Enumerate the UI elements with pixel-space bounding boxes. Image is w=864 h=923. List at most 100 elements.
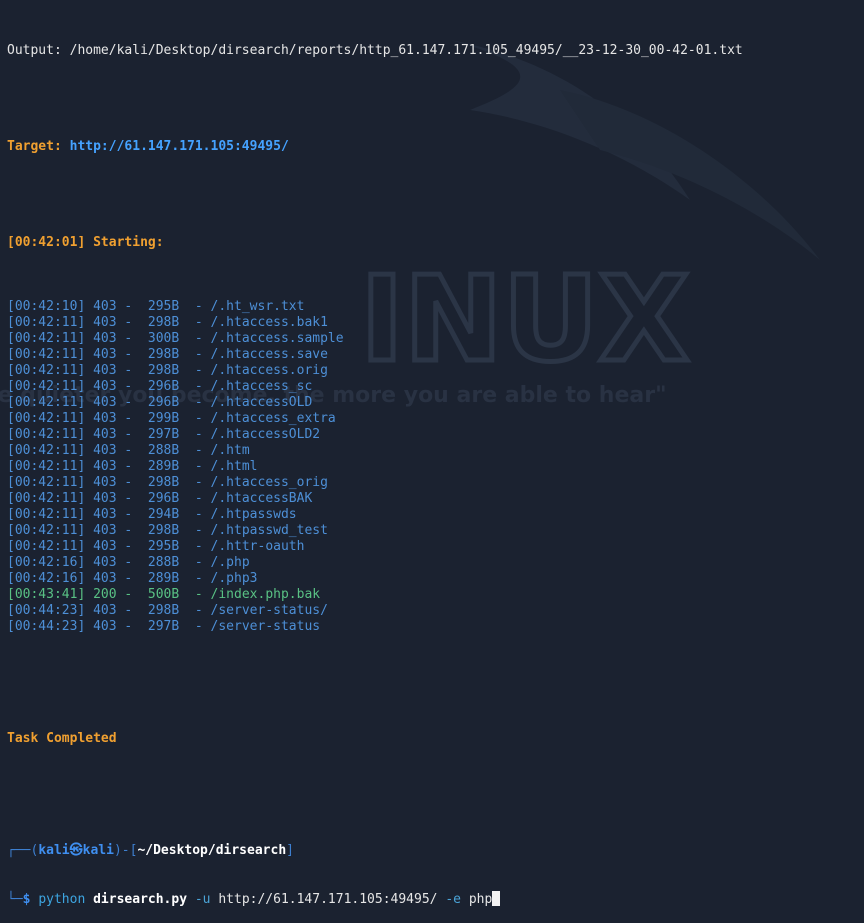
result-path: /.httr-oauth xyxy=(210,539,305,554)
result-row: [00:42:11] 403 - 298B - /.htaccess_orig xyxy=(7,475,328,490)
result-time: [00:42:11] xyxy=(7,475,86,490)
result-row: [00:42:11] 403 - 297B - /.htaccessOLD2 xyxy=(7,427,321,442)
prompt-corner-bottom: └─ xyxy=(7,892,23,907)
result-status: 403 xyxy=(93,427,117,442)
result-time: [00:44:23] xyxy=(7,603,86,618)
result-status: 403 xyxy=(93,555,117,570)
result-size: 295B xyxy=(140,539,180,554)
result-path: /server-status xyxy=(210,619,321,634)
result-size: 296B xyxy=(140,379,180,394)
result-size: 288B xyxy=(140,555,180,570)
result-time: [00:42:11] xyxy=(7,411,86,426)
result-size: 298B xyxy=(140,475,180,490)
result-time: [00:42:11] xyxy=(7,363,86,378)
result-path: /server-status/ xyxy=(210,603,328,618)
result-path: /.htaccessOLD xyxy=(210,395,313,410)
result-row: [00:42:11] 403 - 296B - /.htaccessOLD xyxy=(7,395,313,410)
target-url: http://61.147.171.105:49495/ xyxy=(69,139,289,154)
result-status: 403 xyxy=(93,507,117,522)
result-size: 294B xyxy=(140,507,180,522)
result-size: 289B xyxy=(140,459,180,474)
result-time: [00:42:11] xyxy=(7,427,86,442)
result-path: /index.php.bak xyxy=(210,587,321,602)
result-row: [00:42:16] 403 - 289B - /.php3 xyxy=(7,571,258,586)
result-path: /.htpasswd_test xyxy=(210,523,328,538)
output-line: Output: /home/kali/Desktop/dirsearch/rep… xyxy=(7,43,857,59)
result-status: 403 xyxy=(93,347,117,362)
result-time: [00:42:11] xyxy=(7,331,86,346)
result-status: 403 xyxy=(93,411,117,426)
result-status: 403 xyxy=(93,331,117,346)
result-size: 297B xyxy=(140,427,180,442)
result-size: 298B xyxy=(140,523,180,538)
result-row: [00:42:11] 403 - 296B - /.htaccess_sc xyxy=(7,379,313,394)
output-path: /home/kali/Desktop/dirsearch/reports/htt… xyxy=(69,43,743,58)
result-size: 288B xyxy=(140,443,180,458)
result-row: [00:42:11] 403 - 298B - /.htaccess.bak1 xyxy=(7,315,328,330)
result-path: /.php3 xyxy=(210,571,258,586)
result-time: [00:42:16] xyxy=(7,555,86,570)
result-path: /.ht_wsr.txt xyxy=(210,299,305,314)
result-time: [00:42:11] xyxy=(7,395,86,410)
result-size: 296B xyxy=(140,491,180,506)
target-line: Target: http://61.147.171.105:49495/ xyxy=(7,139,857,155)
result-status: 403 xyxy=(93,475,117,490)
prompt-bracket-close: ] xyxy=(286,843,294,858)
result-row: [00:42:16] 403 - 288B - /.php xyxy=(7,555,250,570)
result-size: 289B xyxy=(140,571,180,586)
prompt-user: kali xyxy=(38,843,70,858)
prompt-path: ~/Desktop/dirsearch xyxy=(137,843,287,858)
starting-time: [00:42:01] xyxy=(7,235,86,250)
result-time: [00:42:11] xyxy=(7,443,86,458)
result-time: [00:43:41] xyxy=(7,587,86,602)
result-path: /.htaccess.bak1 xyxy=(210,315,328,330)
result-status: 403 xyxy=(93,315,117,330)
result-status: 403 xyxy=(93,379,117,394)
result-time: [00:42:11] xyxy=(7,523,86,538)
result-path: /.htaccessBAK xyxy=(210,491,313,506)
result-size: 297B xyxy=(140,619,180,634)
result-time: [00:44:23] xyxy=(7,619,86,634)
result-time: [00:42:10] xyxy=(7,299,86,314)
result-row: [00:42:11] 403 - 300B - /.htaccess.sampl… xyxy=(7,331,344,346)
target-label: Target: xyxy=(7,139,62,154)
result-status: 403 xyxy=(93,619,117,634)
result-time: [00:42:11] xyxy=(7,491,86,506)
result-time: [00:42:16] xyxy=(7,571,86,586)
task-completed: Task Completed xyxy=(7,731,117,746)
result-size: 500B xyxy=(140,587,180,602)
result-status: 403 xyxy=(93,491,117,506)
result-size: 298B xyxy=(140,315,180,330)
output-label: Output: xyxy=(7,43,62,58)
result-size: 295B xyxy=(140,299,180,314)
terminal-output[interactable]: Output: /home/kali/Desktop/dirsearch/rep… xyxy=(7,11,857,923)
result-path: /.htaccess_sc xyxy=(210,379,313,394)
result-status: 403 xyxy=(93,443,117,458)
result-row: [00:42:11] 403 - 298B - /.htaccess.save xyxy=(7,347,328,362)
result-path: /.htaccess.sample xyxy=(210,331,344,346)
result-status: 403 xyxy=(93,459,117,474)
result-row: [00:42:11] 403 - 288B - /.htm xyxy=(7,443,250,458)
result-status: 403 xyxy=(93,603,117,618)
result-status: 403 xyxy=(93,363,117,378)
result-path: /.htpasswds xyxy=(210,507,297,522)
command-flag-u: -u xyxy=(194,892,211,907)
starting-label: Starting: xyxy=(93,235,164,250)
prompt-line-2[interactable]: └─$ python dirsearch.py -u http://61.147… xyxy=(7,891,857,907)
result-row: [00:43:41] 200 - 500B - /index.php.bak xyxy=(7,587,321,602)
prompt-line-1: ┌──(kali㉿kali)-[~/Desktop/dirsearch] xyxy=(7,843,857,859)
result-status: 200 xyxy=(93,587,117,602)
result-row: [00:44:23] 403 - 298B - /server-status/ xyxy=(7,603,328,618)
prompt-dollar: $ xyxy=(22,892,31,907)
result-row: [00:42:11] 403 - 294B - /.htpasswds xyxy=(7,507,297,522)
result-status: 403 xyxy=(93,523,117,538)
text-cursor[interactable] xyxy=(492,891,501,906)
command-url: http://61.147.171.105:49495/ xyxy=(218,892,438,907)
result-row: [00:42:10] 403 - 295B - /.ht_wsr.txt xyxy=(7,299,305,314)
result-row: [00:42:11] 403 - 298B - /.htaccess.orig xyxy=(7,363,328,378)
prompt-bracket-open: )-[ xyxy=(113,843,138,858)
results-list: [00:42:10] 403 - 295B - /.ht_wsr.txt [00:… xyxy=(7,299,857,635)
result-row: [00:42:11] 403 - 289B - /.html xyxy=(7,459,258,474)
result-status: 403 xyxy=(93,571,117,586)
result-status: 403 xyxy=(93,299,117,314)
